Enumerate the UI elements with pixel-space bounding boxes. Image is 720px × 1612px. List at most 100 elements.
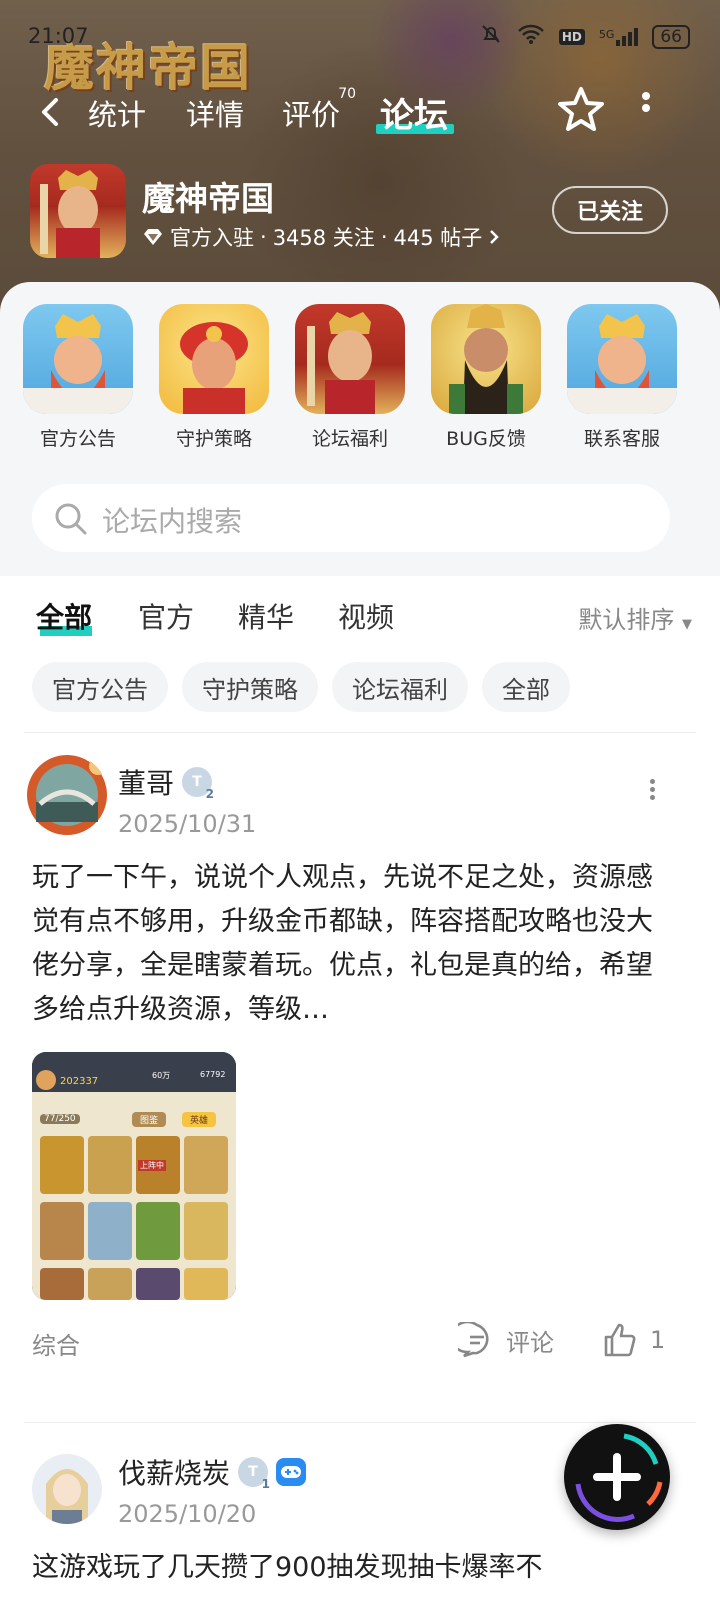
hero-card-icon — [40, 1136, 84, 1194]
create-post-button[interactable] — [564, 1424, 670, 1530]
like-button[interactable]: 1 — [602, 1322, 665, 1358]
follower-count: 3458 关注 — [272, 226, 375, 250]
game-banner: 魔神帝国 21:07 HD 5G 66 统计 详情 评价 70 论坛 魔神帝国 … — [0, 0, 720, 320]
hero-card-icon — [40, 1268, 84, 1300]
hero-card-icon — [136, 1202, 180, 1260]
image-score: 202337 — [60, 1076, 99, 1087]
post-body[interactable]: 玩了一下午，说说个人观点，先说不足之处，资源感觉有点不够用，升级金币都缺，阵容搭… — [32, 856, 662, 1032]
level-number: 1 — [261, 1477, 271, 1491]
shortcut-row: 官方公告 守护策略 论坛福利 BUG反馈 联系客服 — [0, 304, 720, 464]
back-button[interactable] — [36, 92, 66, 132]
hero-card-icon: 上阵中 — [136, 1136, 180, 1194]
king-avatar-icon — [23, 304, 133, 414]
general-avatar-icon — [431, 304, 541, 414]
game-stats[interactable]: 官方入驻 · 3458 关注 · 445 帖子 — [142, 222, 500, 252]
chip-announcements[interactable]: 官方公告 — [32, 662, 168, 712]
hero-avatar-icon — [295, 304, 405, 414]
post-author[interactable]: 伐薪烧炭 T1 — [118, 1452, 307, 1492]
caret-down-icon: ▼ — [682, 617, 692, 632]
plus-icon — [575, 1433, 663, 1522]
image-topbar: 202337 60万 67792 — [32, 1052, 236, 1092]
category-chips: 官方公告 守护策略 论坛福利 全部 — [32, 662, 570, 712]
author-name: 伐薪烧炭 — [118, 1457, 231, 1490]
follow-button[interactable]: 已关注 — [552, 186, 668, 234]
post-body[interactable]: 这游戏玩了几天攒了900抽发现抽卡爆率不 — [32, 1546, 662, 1590]
image-gold: 60万 — [152, 1071, 171, 1080]
tab-details[interactable]: 详情 — [186, 92, 244, 134]
search-icon — [55, 503, 87, 535]
chevron-left-icon — [42, 98, 58, 126]
game-app-icon[interactable] — [30, 164, 126, 258]
image-hero-status: 上阵中 — [138, 1160, 166, 1171]
image-tab-heroes: 英雄 — [182, 1112, 217, 1127]
shortcut-announcements[interactable]: 官方公告 — [8, 304, 148, 451]
post-category[interactable]: 综合 — [32, 1326, 80, 1361]
status-bar: 21:07 HD 5G 66 — [0, 0, 720, 70]
shortcut-label: 联系客服 — [583, 428, 660, 450]
image-gems: 67792 — [200, 1070, 226, 1079]
warrior-avatar-icon — [159, 304, 269, 414]
avatar[interactable] — [26, 754, 108, 836]
status-icons: HD 5G 66 — [479, 22, 690, 51]
shortcut-strategy[interactable]: 守护策略 — [144, 304, 284, 451]
filter-tab-featured[interactable]: 精华 — [238, 596, 294, 636]
hero-card-icon — [88, 1202, 132, 1260]
favorite-button[interactable] — [556, 84, 606, 134]
post-more-button[interactable] — [646, 776, 658, 806]
wifi-icon — [517, 23, 545, 50]
image-tab-codex: 图鉴 — [132, 1112, 167, 1127]
post-count: 445 帖子 — [393, 226, 483, 250]
shortcut-benefits[interactable]: 论坛福利 — [280, 304, 420, 451]
post-card[interactable]: 董哥 T2 2025/10/31 玩了一下午，说说个人观点，先说不足之处，资源感… — [0, 732, 720, 1422]
post-footer: 综合 评论 1 — [32, 1322, 670, 1362]
chip-all[interactable]: 全部 — [482, 662, 570, 712]
level-badge-icon: T2 — [182, 767, 214, 801]
hero-card-icon — [88, 1136, 132, 1194]
post-author[interactable]: 董哥 T2 — [118, 762, 214, 802]
filter-tab-video[interactable]: 视频 — [338, 596, 394, 636]
post-image[interactable]: 202337 60万 67792 77/250 图鉴 英雄 上阵中 — [32, 1052, 236, 1300]
verified-label: 官方入驻 — [170, 226, 254, 250]
bridge-avatar-icon — [27, 755, 107, 835]
signal-icon: 5G — [598, 27, 639, 46]
hero-card-icon — [40, 1202, 84, 1260]
shortcut-label: 守护策略 — [175, 428, 252, 450]
sort-dropdown[interactable]: 默认排序 ▼ — [578, 600, 692, 635]
gamepad-badge-icon — [276, 1458, 307, 1486]
avatar[interactable] — [32, 1454, 102, 1524]
comment-button[interactable]: 评论 — [458, 1322, 554, 1358]
top-navigation: 统计 详情 评价 70 论坛 — [0, 82, 720, 142]
shortcut-customer-service[interactable]: 联系客服 — [552, 304, 692, 451]
chip-benefits[interactable]: 论坛福利 — [332, 662, 468, 712]
hd-badge: HD — [558, 28, 585, 45]
shortcut-label: 论坛福利 — [311, 428, 388, 450]
shortcut-label: 官方公告 — [39, 428, 116, 450]
shortcut-bug-report[interactable]: BUG反馈 — [416, 304, 556, 451]
forum-search-bar[interactable]: 论坛内搜索 — [32, 484, 670, 552]
filter-tab-all[interactable]: 全部 — [36, 596, 92, 636]
level-number: 2 — [205, 787, 215, 801]
more-dot-icon — [642, 104, 650, 112]
tab-stats[interactable]: 统计 — [88, 92, 146, 134]
chip-strategy[interactable]: 守护策略 — [182, 662, 318, 712]
anime-girl-avatar-icon — [46, 1469, 88, 1524]
forum-content: 官方公告 守护策略 论坛福利 BUG反馈 联系客服 论坛内搜索 全部 官方 精华… — [0, 282, 720, 1612]
battery-indicator: 66 — [652, 24, 690, 49]
tab-reviews[interactable]: 评价 70 — [282, 86, 356, 134]
tab-forum[interactable]: 论坛 — [380, 88, 448, 137]
filter-tab-official[interactable]: 官方 — [138, 596, 194, 636]
game-title: 魔神帝国 — [142, 179, 274, 218]
thumbs-up-icon — [604, 1323, 636, 1357]
image-hero-count: 77/250 — [40, 1114, 80, 1124]
more-menu-button[interactable] — [636, 88, 656, 128]
hero-portrait-icon — [40, 170, 100, 258]
filter-tabs: 全部 官方 精华 视频 默认排序 ▼ — [0, 576, 720, 656]
post-date: 2025/10/20 — [118, 1500, 257, 1528]
diamond-verified-icon — [144, 229, 162, 245]
hero-card-icon — [184, 1202, 228, 1260]
review-count-badge: 70 — [338, 86, 357, 102]
hero-card-icon — [88, 1268, 132, 1300]
post-date: 2025/10/31 — [118, 810, 257, 838]
search-placeholder: 论坛内搜索 — [102, 505, 243, 538]
network-type: 5G — [598, 27, 615, 41]
